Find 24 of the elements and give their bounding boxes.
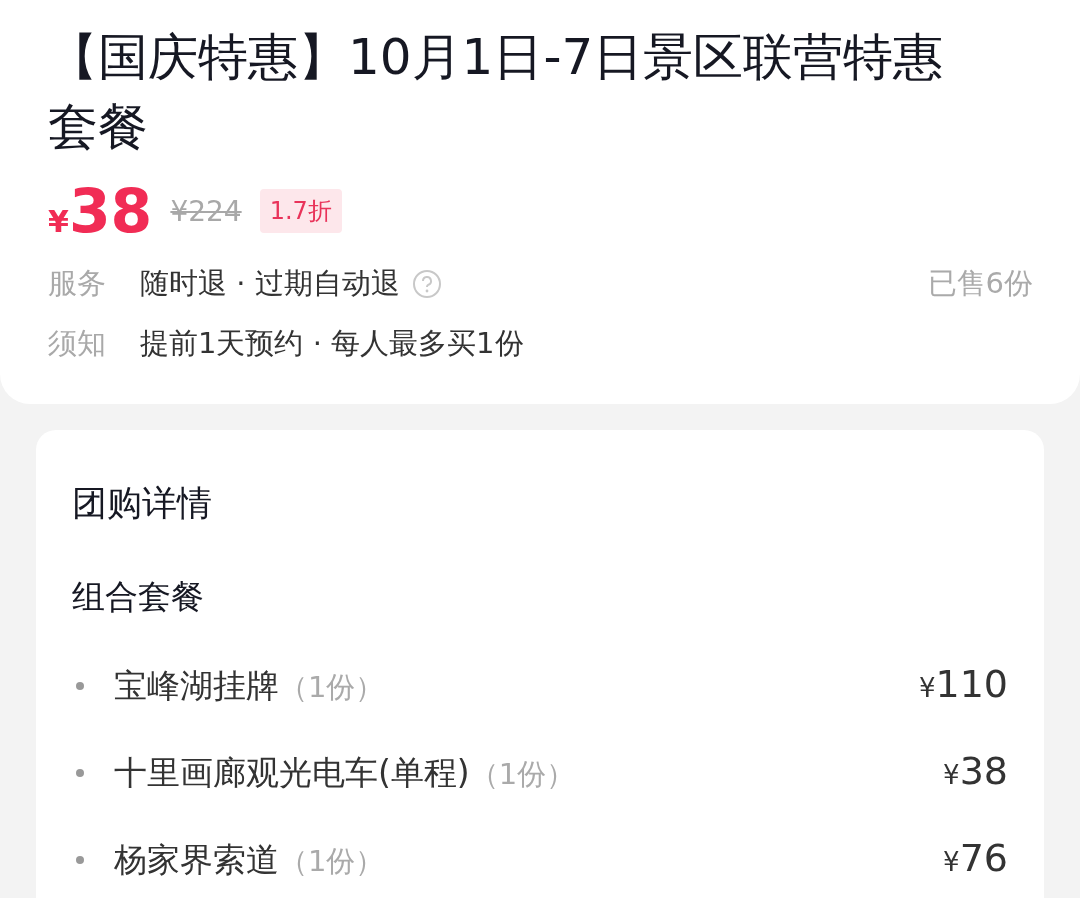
item-name: 宝峰湖挂牌 <box>114 665 279 707</box>
info-value: 提前1天预约 · 每人最多买1份 <box>140 325 524 362</box>
sale-price: ¥38 <box>48 176 153 246</box>
deal-title: 【国庆特惠】10月1日-7日景区联营特惠套餐 <box>48 27 945 158</box>
bullet-icon <box>76 855 84 864</box>
item-name: 十里画廊观光电车(单程) <box>114 752 470 794</box>
bullet-icon <box>76 681 84 690</box>
info-value: 随时退 · 过期自动退 <box>140 265 400 302</box>
item-quantity: （1份） <box>279 843 385 880</box>
discount-badge: 1.7折 <box>259 189 342 233</box>
info-label: 服务 <box>48 265 107 302</box>
section-title: 团购详情 <box>72 482 213 525</box>
bullet-icon <box>76 768 84 777</box>
item-name: 杨家界索道 <box>114 839 279 881</box>
original-price: ¥224 <box>170 194 242 228</box>
item-quantity: （1份） <box>279 669 385 706</box>
info-label: 须知 <box>48 325 107 362</box>
item-price: ¥110 <box>918 662 1008 706</box>
sold-count: 已售6份 <box>927 265 1033 302</box>
subsection-title: 组合套餐 <box>72 576 205 618</box>
item-quantity: （1份） <box>469 756 576 793</box>
help-icon[interactable] <box>411 269 442 299</box>
item-price: ¥76 <box>943 836 1008 880</box>
item-price: ¥38 <box>943 749 1008 793</box>
